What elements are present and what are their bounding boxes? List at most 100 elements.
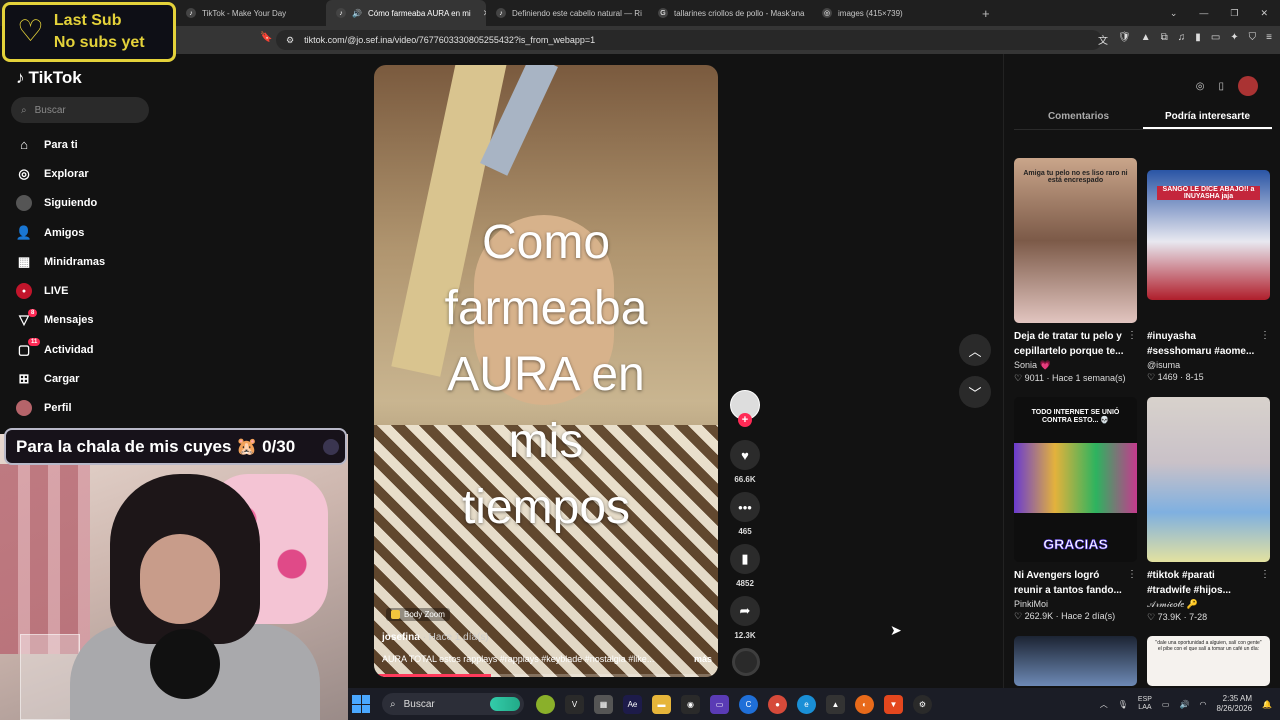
taskbar-clock[interactable]: 2:35 AM 8/26/2026 — [1216, 694, 1252, 715]
app-icon-after-effects[interactable]: Ae — [623, 694, 642, 714]
close-window-icon[interactable]: ✕ — [1260, 8, 1268, 19]
browser-tab[interactable]: ◎ images (415×739) — [812, 0, 972, 26]
sidebar-item-mensajes[interactable]: ▽ 8 Mensajes — [0, 306, 176, 335]
follow-button[interactable]: + — [738, 413, 752, 427]
sidebar-item-cargar[interactable]: ⊞ Cargar — [0, 364, 176, 393]
brave-icon[interactable]: ▼ — [884, 694, 903, 714]
folder-icon[interactable]: ▬ — [652, 694, 671, 714]
like-action[interactable]: ♥ 66.6K — [730, 440, 760, 484]
activity-badge: 11 — [28, 338, 41, 347]
more-button[interactable]: más — [694, 654, 712, 664]
share-action[interactable]: ➦ 12.3K — [730, 596, 760, 640]
language-indicator[interactable]: ESP LAA — [1138, 696, 1152, 713]
card-thumbnail: TODO INTERNET SE UNIÓ CONTRA ESTO... 💀 G… — [1014, 397, 1137, 562]
tab-podria-interesarte[interactable]: Podría interesarte — [1143, 108, 1272, 129]
heart-icon: ♡ — [1014, 611, 1023, 621]
menu-icon[interactable]: ≡ — [1266, 32, 1272, 47]
firefox-icon[interactable]: ◐ — [855, 694, 874, 714]
brave-shield-icon[interactable]: 🛡 — [1118, 32, 1131, 47]
app-icon-calculator[interactable]: ▦ — [594, 694, 613, 714]
music-disc-icon[interactable] — [732, 648, 760, 676]
app-icon-valorant[interactable]: V — [565, 694, 584, 714]
edge-icon[interactable]: e — [797, 694, 816, 714]
windows-start-icon[interactable] — [352, 695, 370, 713]
app-icon-c[interactable]: C — [739, 694, 758, 714]
sidebar-item-amigos[interactable]: 👤 Amigos — [0, 218, 176, 247]
more-options-icon[interactable]: ⋮ — [1260, 569, 1270, 580]
new-tab-icon[interactable]: + — [972, 6, 1000, 21]
video-player[interactable]: Como farmeaba AURA en mis tiempos Body Z… — [374, 65, 718, 677]
browser-tab[interactable]: G tallarines criollos de pollo - Mask'an… — [648, 0, 812, 26]
sidebar-search-input[interactable]: ⌕ Buscar — [11, 97, 149, 123]
video-progress-bar[interactable] — [374, 674, 718, 677]
recommended-card[interactable]: TODO INTERNET SE UNIÓ CONTRA ESTO... 💀 G… — [1014, 397, 1137, 622]
recommended-card[interactable] — [1014, 636, 1137, 686]
notification-icon[interactable]: 🔔 — [1262, 700, 1272, 709]
app-icon-twitch[interactable]: ▭ — [710, 694, 729, 714]
sidebar-item-live[interactable]: ● LIVE — [0, 276, 176, 305]
chevron-down-icon[interactable]: ⌄ — [1170, 8, 1178, 19]
microphone-icon[interactable]: 🎙 — [1118, 700, 1128, 709]
sidebar-icon[interactable]: ▮ — [1195, 32, 1201, 47]
sidebar-item-minidramas[interactable]: ▦ Minidramas — [0, 247, 176, 276]
bookmark-icon: ▮ — [730, 544, 760, 574]
sidebar-item-actividad[interactable]: ▢ 11 Actividad — [0, 335, 176, 364]
device-icon[interactable]: ▯ — [1218, 81, 1224, 92]
taskbar-apps: V ▦ Ae ▬ ◉ ▭ C ● e ▲ ◐ ▼ ⚙ — [536, 694, 932, 714]
comment-action[interactable]: ••• 465 — [730, 492, 760, 536]
more-options-icon[interactable]: ⋮ — [1127, 330, 1137, 341]
sidebar-item-explorar[interactable]: ◎ Explorar — [0, 159, 176, 188]
restore-icon[interactable]: ❐ — [1230, 8, 1238, 19]
following-avatar-icon — [16, 195, 32, 212]
app-icon-arrow[interactable]: ▲ — [826, 694, 845, 714]
vpn-icon[interactable]: ⛉ — [1249, 32, 1257, 47]
next-video-button[interactable]: ﹀ — [959, 376, 991, 408]
taskbar-search-input[interactable]: ⌕ Buscar — [382, 693, 524, 715]
translate-icon[interactable]: 文 — [1098, 32, 1108, 47]
rewards-icon[interactable]: ▲ — [1141, 32, 1151, 47]
extensions-icon[interactable]: ⧉ — [1161, 32, 1168, 47]
card-thumbnail — [1014, 636, 1137, 686]
profile-icon — [16, 400, 32, 417]
music-icon[interactable]: ♫ — [1178, 32, 1186, 47]
chevron-up-icon[interactable]: ︿ — [1100, 699, 1108, 710]
recommended-card[interactable]: SANGO LE DICE ABAJO!! a INUYASHA jaja #i… — [1147, 158, 1270, 383]
recommended-card[interactable]: Amiga tu pelo no es liso raro ni está en… — [1014, 158, 1137, 384]
video-author[interactable]: josefina · Hace 1 día(s) — [382, 632, 489, 643]
app-icon-settings[interactable]: ⚙ — [913, 694, 932, 714]
monitor-icon[interactable]: ▭ — [1162, 700, 1170, 709]
minimize-icon[interactable]: — — [1199, 8, 1208, 18]
bookmark-icon[interactable]: 🔖 — [260, 32, 272, 43]
effect-tag[interactable]: Body Zoom — [386, 608, 450, 621]
url-field[interactable]: ⚙ tiktok.com/@jo.sef.ina/video/767760333… — [276, 30, 1102, 50]
ai-icon[interactable]: ✦ — [1230, 32, 1238, 47]
sidebar-item-perfil[interactable]: Perfil — [0, 394, 176, 423]
sidebar-item-para-ti[interactable]: ⌂ Para ti — [0, 130, 176, 159]
recommended-card[interactable]: "dale una oportunidad a alguien, salí co… — [1147, 636, 1270, 686]
more-options-icon[interactable]: ⋮ — [1260, 330, 1270, 341]
app-icon-ball[interactable] — [536, 694, 555, 714]
volume-icon[interactable]: 🔊 — [1179, 700, 1189, 709]
network-icon[interactable]: ◠ — [1199, 700, 1206, 709]
webcam-microphone — [150, 629, 220, 699]
browser-tab[interactable]: ♪ Definiendo este cabello natural — Ri — [486, 0, 648, 26]
card-thumbnail: SANGO LE DICE ABAJO!! a INUYASHA jaja — [1147, 170, 1270, 300]
google-favicon-icon: G — [658, 8, 668, 18]
tab-comentarios[interactable]: Comentarios — [1014, 108, 1143, 129]
webcam-streamer-face — [140, 534, 220, 624]
save-action[interactable]: ▮ 4852 — [730, 544, 760, 588]
previous-video-button[interactable]: ︿ — [959, 334, 991, 366]
sidebar-item-siguiendo[interactable]: Siguiendo — [0, 189, 176, 218]
coin-icon[interactable]: ◎ — [1196, 81, 1205, 92]
sidebar-nav: ⌂ Para ti ◎ Explorar Siguiendo 👤 Amigos … — [0, 130, 176, 423]
site-info-icon[interactable]: ⚙ — [286, 35, 294, 46]
browser-tab-active[interactable]: ♪ 🔊 Cómo farmeaba AURA en mi ✕ — [326, 0, 486, 26]
app-icon-obs[interactable]: ◉ — [681, 694, 700, 714]
tiktok-logo[interactable]: ♪ TikTok — [16, 68, 82, 88]
more-options-icon[interactable]: ⋮ — [1127, 569, 1137, 580]
browser-tab[interactable]: ♪ TikTok - Make Your Day — [176, 0, 326, 26]
recommended-card[interactable]: #tiktok #parati #tradwife #hijos... ⋮ 𝒜𝓇… — [1147, 397, 1270, 623]
user-avatar[interactable] — [1238, 76, 1258, 96]
chrome-icon[interactable]: ● — [768, 694, 787, 714]
wallet-icon[interactable]: ▭ — [1211, 32, 1220, 47]
